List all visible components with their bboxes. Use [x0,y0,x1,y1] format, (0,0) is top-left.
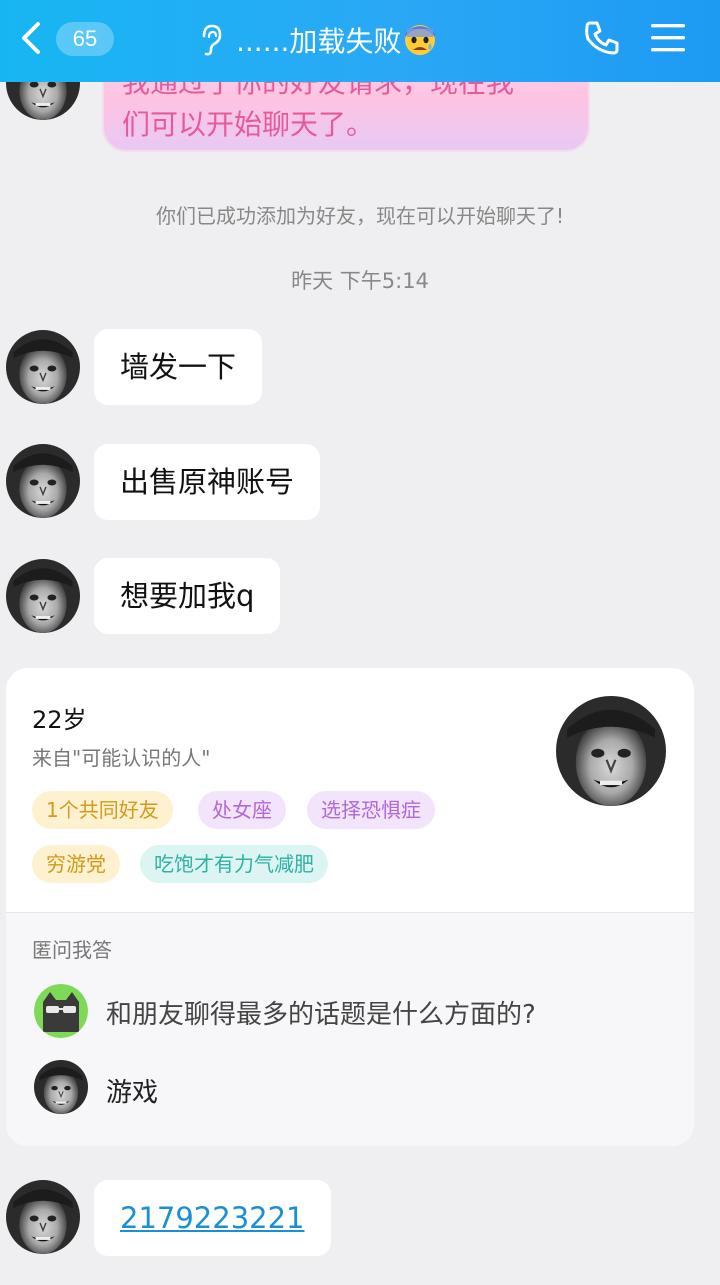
avatar[interactable] [6,444,80,518]
profile-tag: 穷游党 [32,845,120,883]
ear-icon [202,24,222,56]
profile-card[interactable]: 22岁 来自"可能认识的人" 1个共同好友 处女座 选择恐惧症 穷游党 吃饱才有… [6,668,694,1146]
cat-avatar-icon [34,984,88,1038]
message-bubble[interactable]: 墙发一下 [94,329,263,405]
qa-question: 和朋友聊得最多的话题是什么方面的? [106,1000,536,1030]
system-notice: 你们已成功添加为好友，现在可以开始聊天了! [155,204,565,228]
profile-age: 22岁 [32,706,87,734]
message-bubble[interactable]: 想要加我q [94,558,281,634]
profile-source: 来自"可能认识的人" [32,746,211,770]
profile-tag: 处女座 [198,791,286,829]
menu-icon[interactable] [648,20,688,56]
profile-avatar[interactable] [556,696,666,806]
message-bubble[interactable]: 2179223221 [94,1180,331,1256]
timestamp: 昨天 下午5:14 [291,269,429,293]
profile-tag: 选择恐惧症 [307,791,435,829]
chat-title: ......加载失败 [236,25,402,58]
qq-number-link[interactable]: 2179223221 [120,1201,305,1235]
profile-tag: 吃饱才有力气减肥 [140,845,328,883]
profile-tag: 1个共同好友 [32,791,173,829]
chat-header: 65 ......加载失败 [0,0,720,82]
avatar [34,1060,88,1114]
unread-count-badge[interactable]: 65 [56,22,114,56]
avatar[interactable] [6,1180,80,1254]
message-bubble[interactable]: 出售原神账号 [94,444,321,520]
back-icon[interactable] [14,18,48,58]
avatar[interactable] [6,559,80,633]
qa-answer: 游戏 [106,1078,159,1108]
phone-icon[interactable] [582,18,622,58]
qa-heading: 匿问我答 [32,938,112,962]
avatar[interactable] [6,330,80,404]
chat-title-area[interactable]: ......加载失败 [196,18,437,62]
anxious-face-emoji-icon [405,25,436,55]
